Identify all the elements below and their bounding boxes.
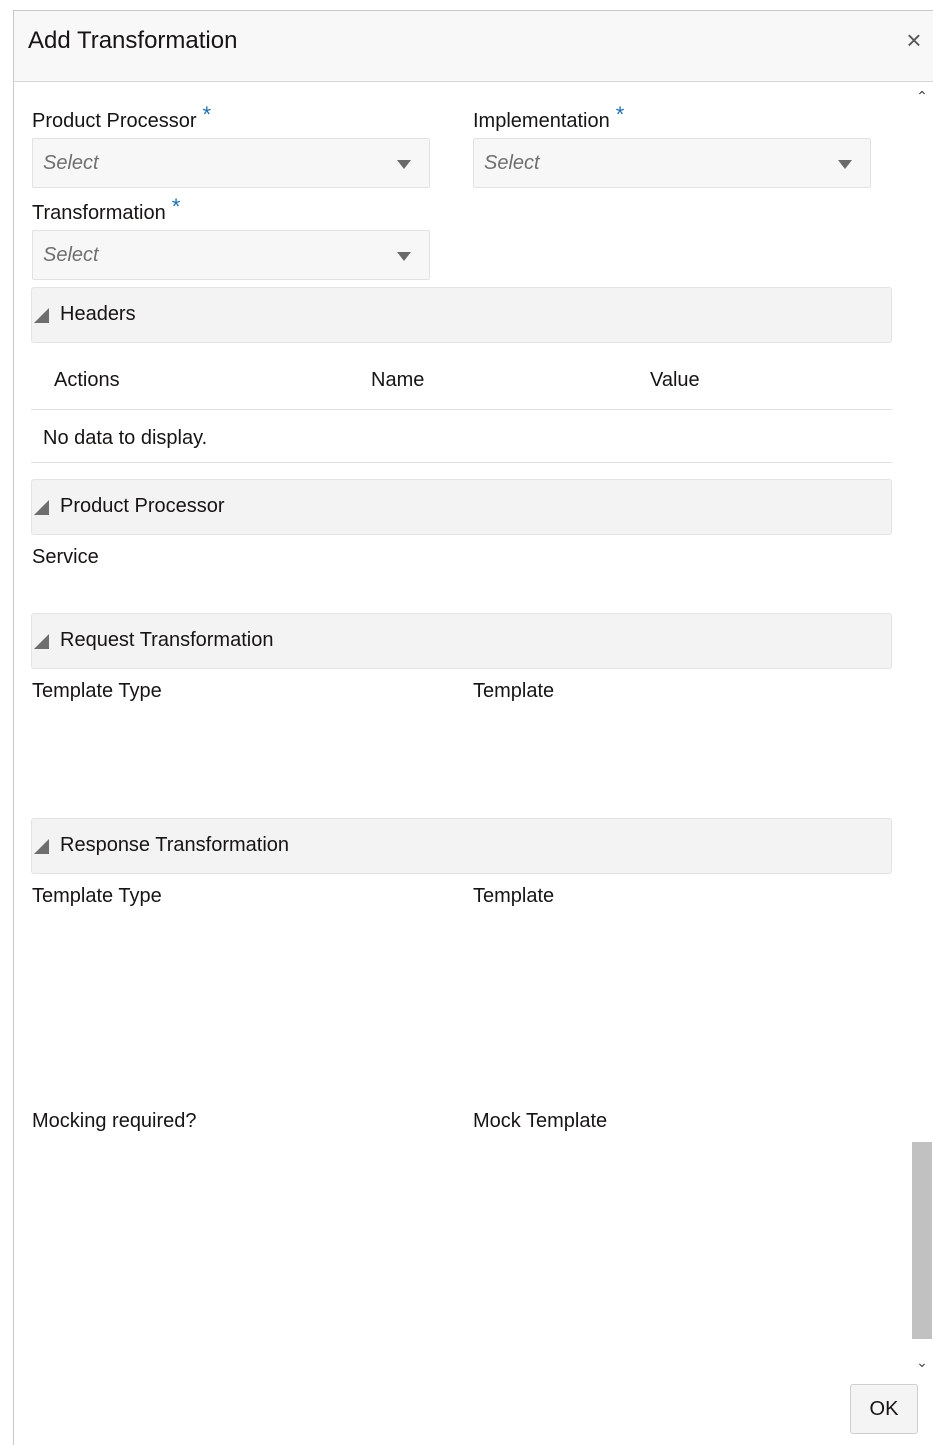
implementation-select[interactable]: Select <box>473 138 871 188</box>
close-icon[interactable]: × <box>903 27 925 53</box>
table-header-divider <box>31 409 892 410</box>
collapse-triangle-icon <box>34 500 49 515</box>
response-template-label: Template <box>473 885 555 907</box>
scrollbar-thumb[interactable] <box>912 1142 932 1339</box>
required-asterisk: * <box>171 194 181 219</box>
scroll-down-icon[interactable]: ⌄ <box>914 1355 930 1369</box>
response-transformation-section-label: Response Transformation <box>60 834 290 856</box>
product-processor-section-toggle[interactable]: Product Processor <box>31 479 892 535</box>
mocking-required-label: Mocking required? <box>32 1110 197 1132</box>
response-transformation-section-toggle[interactable]: Response Transformation <box>31 818 892 874</box>
request-transformation-section-label: Request Transformation <box>60 629 274 651</box>
chevron-down-icon <box>838 160 852 169</box>
ok-button[interactable]: OK <box>850 1384 918 1434</box>
collapse-triangle-icon <box>34 308 49 323</box>
mock-template-label: Mock Template <box>473 1110 608 1132</box>
required-asterisk: * <box>202 102 212 127</box>
dialog-title: Add Transformation <box>28 27 238 54</box>
product-processor-label-text: Product Processor <box>32 110 197 132</box>
implementation-label-text: Implementation <box>473 110 610 132</box>
dialog-header: Add Transformation × <box>14 11 933 82</box>
product-processor-select[interactable]: Select <box>32 138 430 188</box>
chevron-down-icon <box>397 160 411 169</box>
column-header-value: Value <box>650 369 700 391</box>
table-bottom-divider <box>31 462 892 463</box>
transformation-label: Transformation * <box>32 194 180 225</box>
required-asterisk: * <box>615 102 625 127</box>
headers-section-label: Headers <box>60 303 136 325</box>
column-header-name: Name <box>371 369 425 391</box>
transformation-select[interactable]: Select <box>32 230 430 280</box>
content-scrollbar[interactable]: ⌃ ⌄ <box>911 83 933 1379</box>
headers-empty-text: No data to display. <box>43 427 208 449</box>
request-transformation-section-toggle[interactable]: Request Transformation <box>31 613 892 669</box>
product-processor-label: Product Processor * <box>32 102 211 133</box>
transformation-placeholder: Select <box>43 244 99 266</box>
dialog-content: Product Processor * Select Implementation… <box>14 83 911 1383</box>
product-processor-section-label: Product Processor <box>60 495 225 517</box>
collapse-triangle-icon <box>34 634 49 649</box>
response-template-type-label: Template Type <box>32 885 162 907</box>
collapse-triangle-icon <box>34 839 49 854</box>
scroll-up-icon[interactable]: ⌃ <box>914 89 930 103</box>
implementation-placeholder: Select <box>484 152 540 174</box>
request-template-label: Template <box>473 680 555 702</box>
chevron-down-icon <box>397 252 411 261</box>
column-header-actions: Actions <box>54 369 120 391</box>
headers-section-toggle[interactable]: Headers <box>31 287 892 343</box>
add-transformation-dialog: Add Transformation × Product Processor * … <box>13 10 933 1445</box>
service-label: Service <box>32 546 99 568</box>
request-template-type-label: Template Type <box>32 680 162 702</box>
transformation-label-text: Transformation <box>32 202 166 224</box>
implementation-label: Implementation * <box>473 102 624 133</box>
product-processor-placeholder: Select <box>43 152 99 174</box>
